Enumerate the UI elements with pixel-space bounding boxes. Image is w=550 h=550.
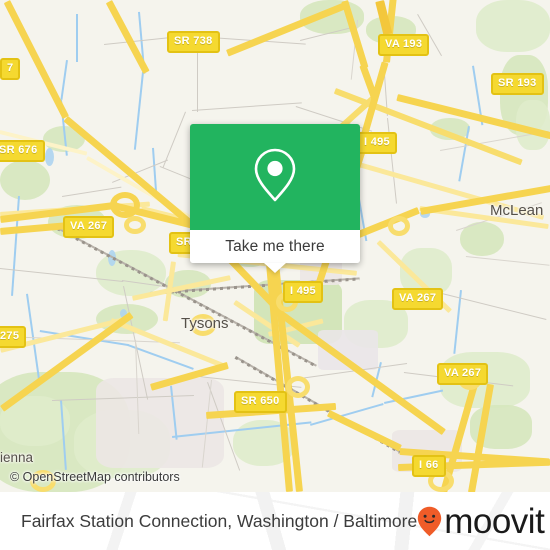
highway-shield: SR 738: [167, 31, 220, 53]
highway-shield: 275: [0, 326, 27, 348]
stream: [453, 290, 462, 354]
highway-shield: SR 676: [0, 140, 45, 162]
highway-shield: SR 650: [234, 391, 287, 413]
interchange-ring: [124, 216, 146, 234]
landcover-green: [0, 160, 50, 200]
highway-shield: SR 193: [491, 73, 544, 95]
take-me-there-label: Take me there: [225, 237, 325, 255]
stream: [152, 147, 158, 192]
interchange-ring: [110, 192, 140, 218]
destination-popup-card[interactable]: Take me there: [190, 124, 360, 273]
highway-shield: I 66: [412, 455, 446, 477]
map-pin-icon: [252, 146, 298, 209]
highway-shield: VA 267: [392, 288, 444, 310]
popup-tail-pointer: [264, 263, 286, 273]
motorway-north: [105, 0, 150, 74]
moovit-brand[interactable]: moovit: [417, 501, 545, 541]
landcover-residential: [96, 378, 224, 468]
minor-road: [465, 256, 550, 266]
moovit-wordmark: moovit: [444, 501, 545, 541]
stream: [76, 14, 78, 62]
popup-header: [190, 124, 360, 230]
minor-road: [192, 102, 302, 112]
interchange-ring: [286, 376, 310, 398]
place-title: Fairfax Station Connection, Washington /…: [21, 510, 418, 531]
stream: [60, 60, 68, 100]
popup-footer[interactable]: Take me there: [190, 230, 360, 273]
moovit-pin-icon: [417, 506, 442, 537]
minor-road: [386, 118, 397, 204]
bottom-info-bar: Fairfax Station Connection, Washington /…: [0, 492, 550, 550]
osm-attribution: © OpenStreetMap contributors: [10, 470, 180, 484]
place-label: ienna: [0, 450, 34, 465]
place-label: McLean: [490, 202, 544, 219]
stream: [133, 72, 144, 150]
highway-shield: 7: [0, 58, 21, 80]
screenshot-root: 7 SR 738 VA 193 SR 193 SR 676 I 495 VA 267 SR I …: [0, 0, 550, 550]
highway-shield: I 495: [283, 281, 323, 303]
motorway-i66: [326, 410, 402, 452]
highway-shield: VA 193: [378, 34, 430, 56]
place-label: Tysons: [181, 315, 229, 332]
highway-shield: VA 267: [437, 363, 489, 385]
landcover-green: [476, 0, 550, 52]
water-body: [45, 148, 54, 166]
highway-shield: VA 267: [63, 216, 115, 238]
highway-shield: I 495: [357, 132, 397, 154]
interchange-ring: [388, 216, 410, 236]
